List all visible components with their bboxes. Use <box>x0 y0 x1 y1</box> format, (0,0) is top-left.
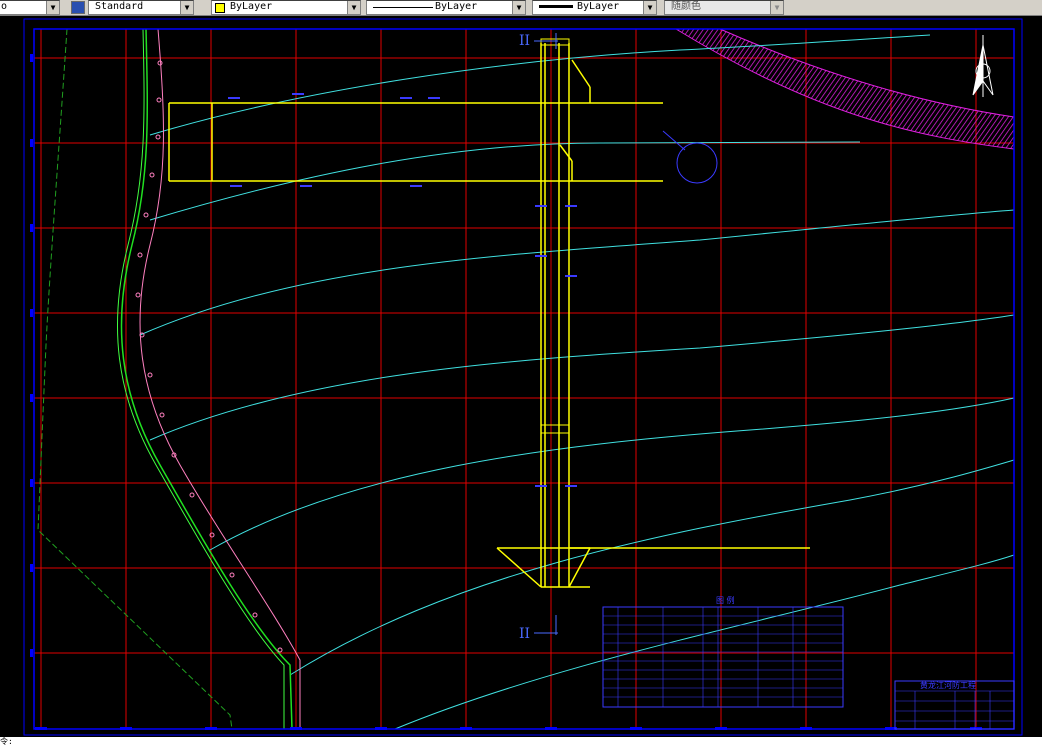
border-tick-bottom <box>460 727 472 730</box>
levee-marker <box>252 612 258 618</box>
drawing-canvas[interactable]: II II 图 例 黄龙江河防工程 <box>0 15 1042 737</box>
chevron-down-icon[interactable]: ▼ <box>180 1 193 14</box>
annotation-mark <box>292 93 304 95</box>
lineweight-value: ByLayer <box>577 1 620 12</box>
levee-marker <box>155 134 161 140</box>
legend-table <box>602 606 844 708</box>
border-tick-left <box>30 224 33 232</box>
legend-frame <box>602 606 844 708</box>
chevron-down-icon[interactable]: ▼ <box>512 1 525 14</box>
coordinate-grid <box>34 29 1014 729</box>
levee-marker <box>149 172 155 178</box>
color-dropdown[interactable]: ByLayer ▼ <box>211 0 361 15</box>
plotstyle-value: 随颜色 <box>671 1 701 12</box>
border-tick-left <box>30 309 33 317</box>
contour-line <box>139 209 1015 336</box>
annotation-mark <box>400 97 412 99</box>
command-line[interactable]: 令: <box>0 737 1042 747</box>
structure-line <box>571 59 591 88</box>
left-clipped-value: o <box>1 1 8 12</box>
annotation-mark <box>535 255 547 257</box>
border-tick-left <box>30 394 33 402</box>
levee-inner-line <box>139 28 301 729</box>
levee-marker <box>156 97 162 103</box>
border-tick-left <box>30 139 33 147</box>
properties-toolbar: o ▼ Standard ▼ ByLayer ▼ ByLayer ▼ ByLay… <box>0 0 1042 16</box>
inner-border <box>33 28 1015 730</box>
titleblock-title: 黄龙江河防工程 <box>920 680 976 690</box>
structure-line <box>559 144 573 162</box>
annotation-mark <box>300 185 312 187</box>
chevron-down-icon[interactable]: ▼ <box>46 1 59 14</box>
contour-line <box>149 314 1015 441</box>
left-clipped-dropdown[interactable]: o ▼ <box>0 0 60 15</box>
color-swatch-icon <box>215 3 225 13</box>
section-marks: II II <box>519 33 558 642</box>
text-style-dropdown[interactable]: Standard ▼ <box>88 0 194 15</box>
chevron-down-icon[interactable]: ▼ <box>770 1 783 14</box>
annotation-mark <box>535 205 547 207</box>
section-mark-top: II <box>519 33 530 49</box>
levee-marker <box>159 412 165 418</box>
text-style-icon[interactable] <box>71 1 85 14</box>
linetype-value: ByLayer <box>435 1 478 12</box>
levee-crest-line <box>120 28 293 730</box>
annotation-mark <box>230 185 242 187</box>
annotation-mark <box>565 485 577 487</box>
border-tick-bottom <box>715 727 727 730</box>
annotation-mark <box>228 97 240 99</box>
levee-marker <box>277 647 283 653</box>
border-tick-bottom <box>545 727 557 730</box>
levee-toe-line <box>117 28 285 729</box>
color-value: ByLayer <box>230 1 273 12</box>
border-tick-bottom <box>290 727 302 730</box>
detail-callout-circle <box>676 142 718 184</box>
annotation-mark <box>428 97 440 99</box>
border-tick-bottom <box>630 727 642 730</box>
annotation-labels <box>228 93 718 487</box>
linetype-preview-icon <box>373 7 433 8</box>
annotation-mark <box>410 185 422 187</box>
levee-marker <box>143 212 149 218</box>
lineweight-dropdown[interactable]: ByLayer ▼ <box>532 0 657 15</box>
border-tick-bottom <box>205 727 217 730</box>
annotation-mark <box>565 205 577 207</box>
border-tick-left <box>30 54 33 62</box>
command-prompt: 令: <box>0 737 13 746</box>
border-tick-left <box>30 564 33 572</box>
text-style-value: Standard <box>95 1 144 12</box>
contour-line <box>209 397 1015 551</box>
border-tick-left <box>30 649 33 657</box>
levee-marker <box>229 572 235 578</box>
border-tick-bottom <box>375 727 387 730</box>
border-tick-bottom <box>35 727 47 730</box>
linetype-dropdown[interactable]: ByLayer ▼ <box>366 0 526 15</box>
contour-lines <box>139 34 1015 730</box>
chevron-down-icon[interactable]: ▼ <box>643 1 656 14</box>
legend-title: 图 例 <box>716 595 735 605</box>
levee-marker <box>135 292 141 298</box>
contour-line <box>394 554 1015 730</box>
outer-levee-line <box>37 28 233 730</box>
border-tick-left <box>30 479 33 487</box>
chevron-down-icon[interactable]: ▼ <box>347 1 360 14</box>
border-tick-bottom <box>800 727 812 730</box>
hatched-bank-region <box>674 28 1015 150</box>
levee-marker <box>147 372 153 378</box>
annotation-mark <box>565 275 577 277</box>
riverbank-hatch <box>674 28 1015 150</box>
section-mark-bottom: II <box>519 626 530 642</box>
callout-leader <box>662 130 686 151</box>
levee-marker <box>137 252 143 258</box>
border-tick-bottom <box>120 727 132 730</box>
plotstyle-dropdown[interactable]: 随颜色 ▼ <box>664 0 784 15</box>
annotation-mark <box>535 485 547 487</box>
lineweight-preview-icon <box>539 5 573 8</box>
levee-marker <box>189 492 195 498</box>
